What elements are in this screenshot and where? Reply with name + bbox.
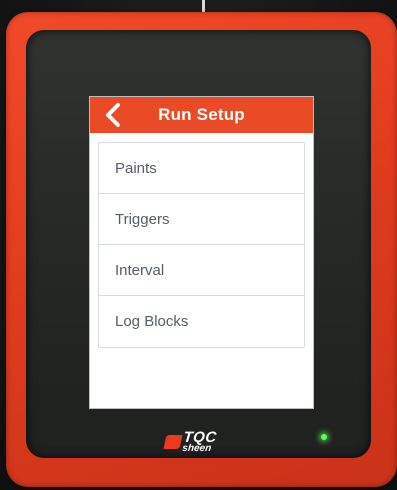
run-setup-menu: Paints Triggers Interval Log Blocks bbox=[98, 142, 305, 348]
menu-item-triggers[interactable]: Triggers bbox=[99, 194, 304, 245]
tqc-sheen-logo: TQC sheen bbox=[163, 429, 245, 455]
device-photo: Run Setup Paints Triggers Interval Log B… bbox=[0, 0, 397, 490]
menu-item-label: Log Blocks bbox=[115, 313, 189, 330]
status-led-icon bbox=[321, 434, 327, 440]
menu-item-label: Paints bbox=[115, 159, 157, 177]
touch-screen: Run Setup Paints Triggers Interval Log B… bbox=[89, 96, 314, 409]
screen-header: Run Setup bbox=[90, 97, 313, 133]
menu-item-label: Interval bbox=[115, 261, 165, 279]
page-title: Run Setup bbox=[158, 105, 245, 124]
menu-item-paints[interactable]: Paints bbox=[99, 143, 304, 194]
logo-text: TQC sheen bbox=[181, 429, 218, 454]
back-button[interactable] bbox=[98, 99, 128, 131]
menu-item-log-blocks[interactable]: Log Blocks bbox=[99, 296, 304, 347]
logo-line2: sheen bbox=[181, 443, 212, 454]
menu-item-interval[interactable]: Interval bbox=[99, 245, 304, 296]
menu-item-label: Triggers bbox=[115, 210, 170, 228]
chevron-left-icon bbox=[106, 103, 120, 127]
logo-mark-icon bbox=[163, 435, 183, 449]
